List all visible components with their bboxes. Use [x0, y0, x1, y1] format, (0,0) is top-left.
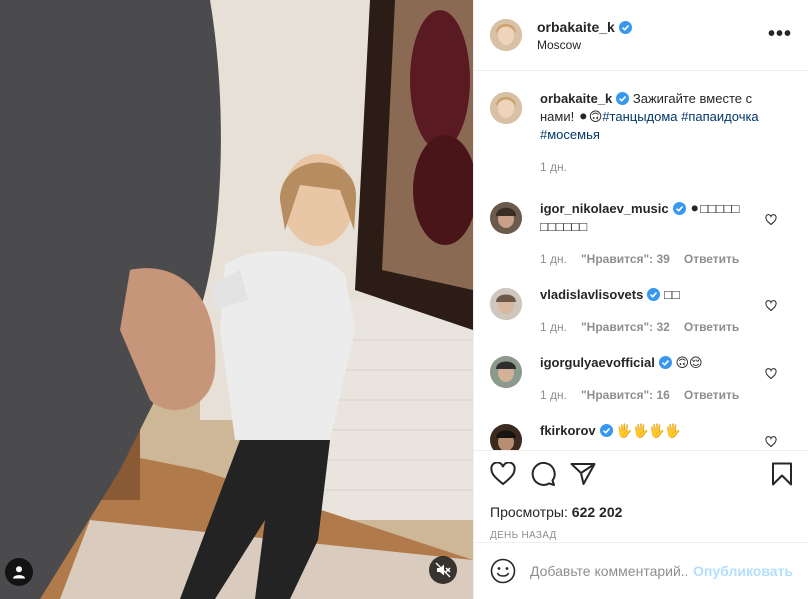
emoji-icon: ⚫🙃 [577, 109, 603, 124]
verified-icon [618, 20, 632, 34]
avatar-image [490, 288, 522, 320]
caption-username[interactable]: orbakaite_k [540, 91, 612, 106]
verified-icon [658, 356, 672, 369]
comment-button[interactable] [530, 461, 556, 487]
comment-username[interactable]: igorgulyaevofficial [540, 355, 655, 370]
reply-button[interactable]: Ответить [684, 250, 739, 268]
post-video[interactable] [0, 0, 473, 599]
author-username[interactable]: orbakaite_k [537, 19, 615, 35]
avatar[interactable] [490, 19, 522, 51]
reply-button[interactable]: Ответить [684, 318, 739, 336]
comment-time[interactable]: 1 дн. [540, 250, 567, 268]
avatar-image [490, 202, 522, 234]
video-frame [0, 0, 473, 599]
verified-icon [616, 92, 630, 105]
comment-likes[interactable]: "Нравится": 32 [581, 318, 670, 336]
avatar[interactable] [490, 288, 522, 320]
avatar[interactable] [490, 92, 522, 124]
add-comment-bar: Добавьте комментарий... Опубликовать [474, 542, 808, 599]
mute-button[interactable] [429, 556, 457, 584]
comment-username[interactable]: fkirkorov [540, 423, 596, 438]
heart-icon [490, 462, 516, 486]
comment-text: 🖐🖐🖐🖐 [616, 423, 682, 438]
comment-time[interactable]: 1 дн. [540, 318, 567, 336]
comment-likes[interactable]: "Нравится": 39 [581, 250, 670, 268]
avatar-image [490, 92, 522, 124]
bookmark-icon [772, 462, 792, 486]
post-location[interactable]: Moscow [537, 38, 632, 52]
more-icon: ••• [767, 23, 792, 45]
avatar-image [490, 424, 522, 450]
emoji-icon[interactable] [490, 558, 516, 584]
mute-icon [435, 562, 451, 578]
comments-list[interactable]: orbakaite_k Зажигайте вместе с нами! ⚫🙃#… [474, 72, 808, 450]
avatar-image [490, 19, 522, 51]
heart-icon[interactable] [765, 300, 777, 312]
share-button[interactable] [570, 462, 596, 486]
avatar-image [490, 356, 522, 388]
avatar[interactable] [490, 202, 522, 234]
comment-time[interactable]: 1 дн. [540, 386, 567, 404]
comment-item: igorgulyaevofficial 🙃😌 1 дн. "Нравится":… [490, 354, 793, 404]
post-header: orbakaite_k Moscow ••• [474, 0, 808, 71]
comment-text: □□ [663, 287, 680, 302]
like-button[interactable] [490, 462, 516, 486]
post-comment-button[interactable]: Опубликовать [693, 563, 793, 579]
avatar[interactable] [490, 356, 522, 388]
user-tag-icon [13, 566, 25, 579]
comment-item: fkirkorov 🖐🖐🖐🖐 [490, 422, 793, 450]
tagged-users-button[interactable] [5, 558, 33, 586]
more-options-button[interactable]: ••• [768, 24, 792, 44]
views-count[interactable]: Просмотры: 622 202 [490, 504, 793, 520]
verified-icon [599, 424, 613, 437]
post-panel: orbakaite_k Moscow ••• orbakaite_k Зажиг… [473, 0, 808, 599]
comment-item: vladislavlisovets □□ 1 дн. "Нравится": 3… [490, 286, 793, 336]
views-label: Просмотры: [490, 504, 568, 520]
comment-input[interactable]: Добавьте комментарий... [530, 563, 687, 579]
post-actions: Просмотры: 622 202 день назад [474, 450, 808, 541]
avatar[interactable] [490, 424, 522, 450]
verified-icon [672, 202, 686, 215]
share-icon [570, 463, 596, 485]
comment-text: 🙃😌 [675, 355, 703, 370]
views-value: 622 202 [571, 504, 623, 520]
comment-icon [531, 461, 556, 486]
heart-icon[interactable] [765, 214, 777, 226]
comment-likes[interactable]: "Нравится": 16 [581, 386, 670, 404]
save-button[interactable] [771, 462, 793, 486]
heart-icon[interactable] [765, 436, 777, 448]
caption-time[interactable]: 1 дн. [540, 158, 567, 176]
heart-icon[interactable] [765, 368, 777, 380]
comment-username[interactable]: vladislavlisovets [540, 287, 643, 302]
post-timestamp[interactable]: день назад [490, 530, 793, 541]
verified-icon [647, 288, 661, 301]
comment-item: igor_nikolaev_music ⚫□□□□□ □□□□□□ 1 дн. … [490, 200, 793, 268]
comment-username[interactable]: igor_nikolaev_music [540, 201, 669, 216]
reply-button[interactable]: Ответить [684, 386, 739, 404]
caption: orbakaite_k Зажигайте вместе с нами! ⚫🙃#… [490, 90, 793, 176]
